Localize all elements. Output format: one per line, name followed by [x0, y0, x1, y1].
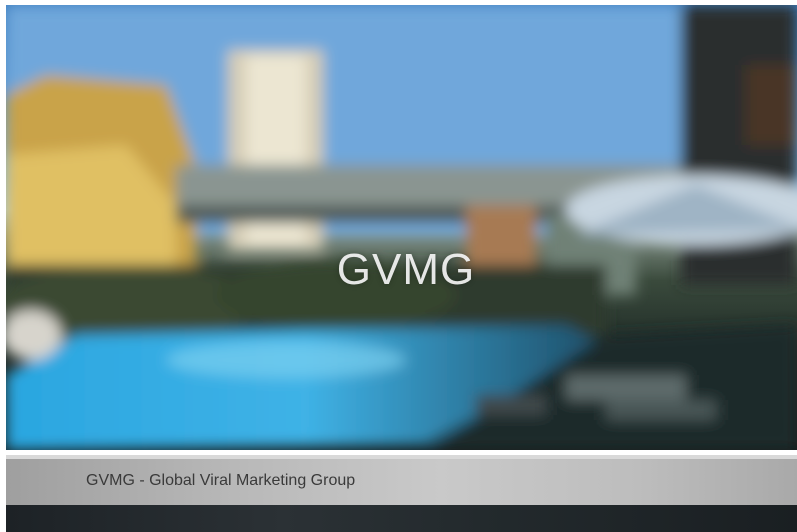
caption-bar: GVMG - Global Viral Marketing Group	[6, 455, 797, 505]
blurred-photo-icon	[6, 5, 797, 450]
slideshow-frame: GVMG GVMG - Global Viral Marketing Group	[0, 0, 797, 532]
caption-text[interactable]: GVMG - Global Viral Marketing Group	[86, 472, 355, 490]
hero-title: GVMG	[336, 245, 476, 294]
bottom-strip	[6, 505, 797, 532]
hero-slide-image[interactable]: GVMG	[6, 5, 797, 450]
